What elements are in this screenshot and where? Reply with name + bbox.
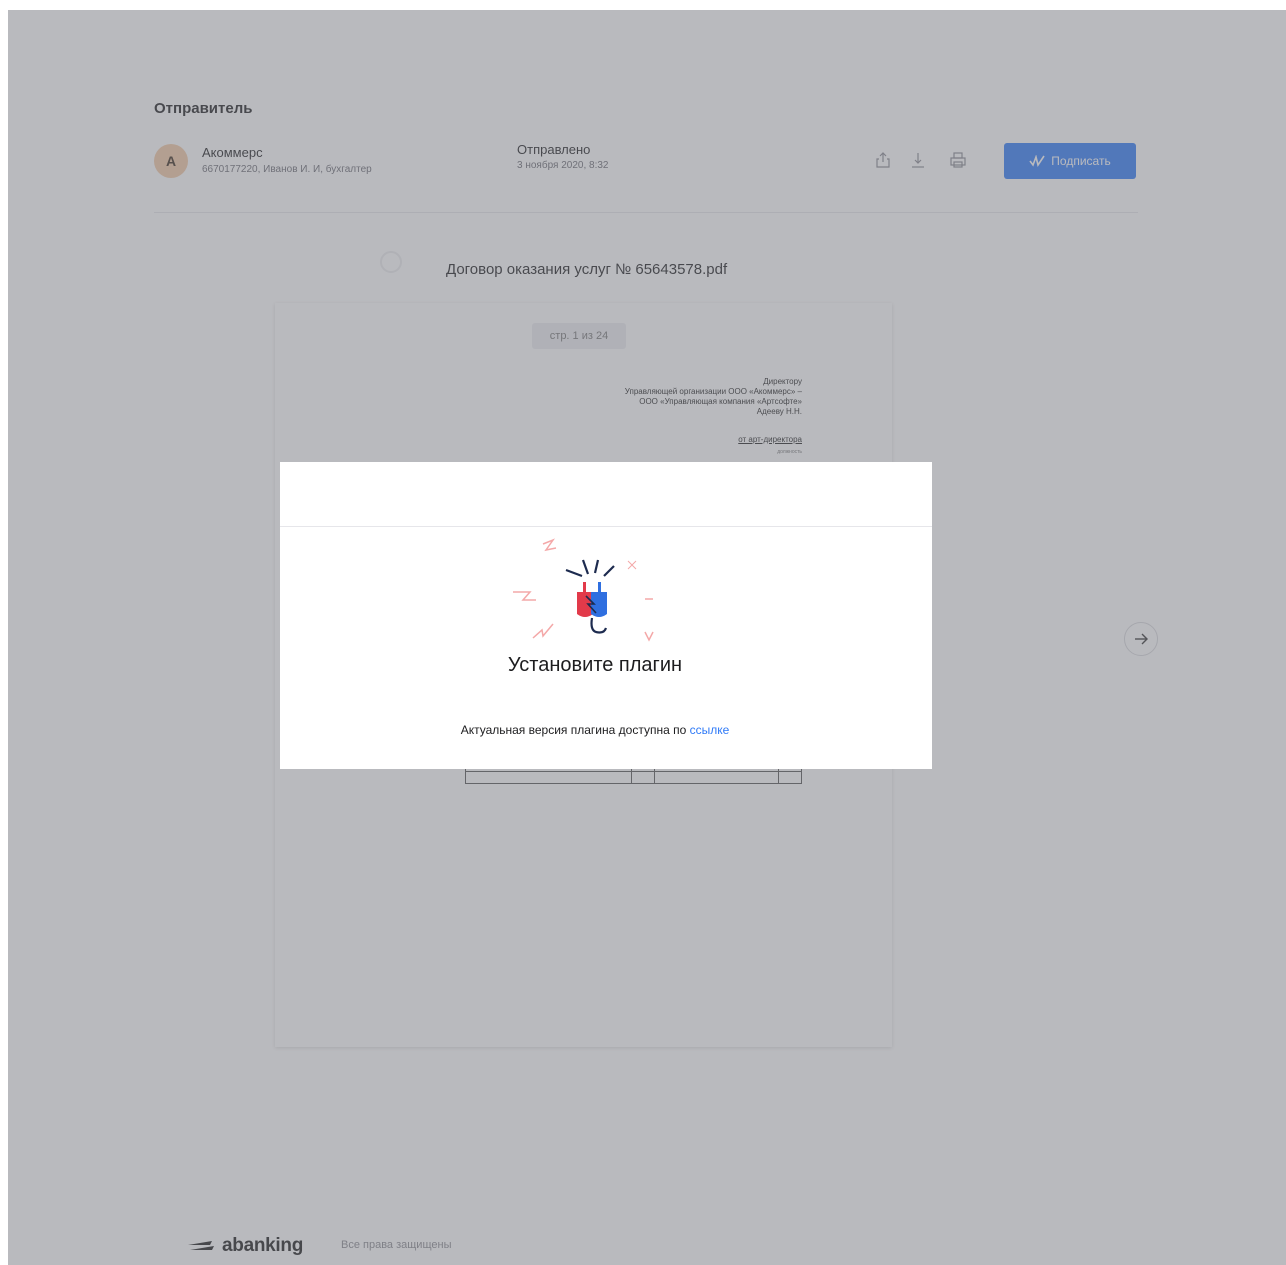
plugin-download-link[interactable]: ссылке — [690, 723, 730, 737]
app: Отправитель А Акоммерс 6670177220, Ивано… — [8, 10, 1286, 1265]
install-plugin-modal: Установите плагин Актуальная версия плаг… — [280, 462, 932, 769]
modal-title: Установите плагин — [507, 654, 683, 676]
modal-header — [280, 462, 932, 527]
modal-text-prefix: Актуальная версия плагина доступна по — [460, 723, 687, 737]
plug-illustration — [513, 538, 654, 642]
modal-text: Актуальная версия плагина доступна по сс… — [280, 723, 910, 737]
